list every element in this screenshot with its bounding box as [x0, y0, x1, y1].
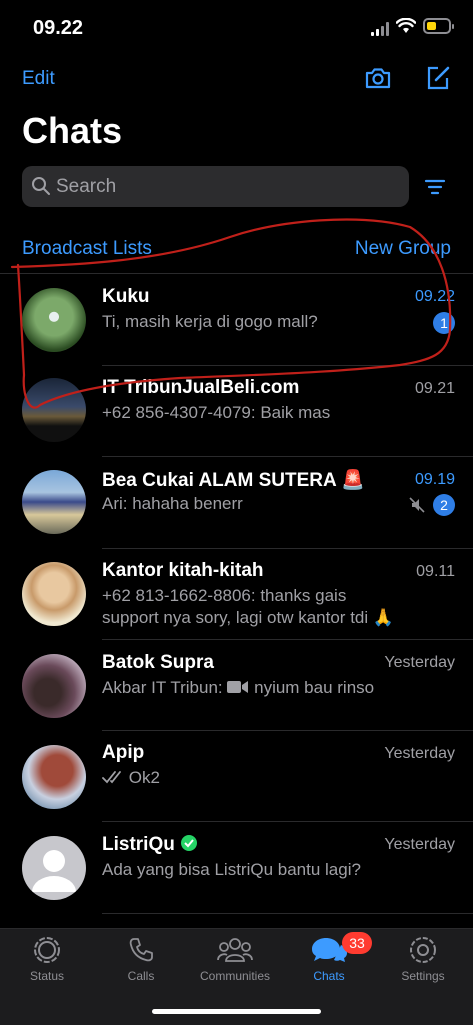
tab-status[interactable]: Status — [0, 929, 94, 999]
chat-name: Kantor kitah-kitah — [102, 560, 264, 581]
chat-name: Apip — [102, 742, 145, 763]
search-bar[interactable]: Search — [22, 166, 409, 207]
chat-name: Bea Cukai ALAM SUTERA 🚨 — [102, 470, 365, 491]
tab-label: Calls — [127, 969, 155, 983]
chat-preview: +62 813-1662-8806: thanks gais support n… — [102, 585, 452, 629]
siren-emoji: 🚨 — [341, 470, 365, 491]
status-icon — [34, 937, 60, 963]
tab-settings[interactable]: Settings — [376, 929, 470, 999]
chat-row-batok-supra[interactable]: Batok Supra Yesterday Akbar IT Tribun: n… — [0, 640, 473, 731]
chat-preview: Ari: hahaha benerr — [102, 494, 243, 513]
new-chat-icon[interactable] — [424, 64, 452, 92]
filter-icon[interactable] — [424, 178, 446, 196]
chat-row-apip[interactable]: Apip Yesterday Ok2 — [0, 731, 473, 822]
avatar — [22, 288, 86, 352]
avatar — [22, 654, 86, 718]
muted-icon — [409, 497, 425, 513]
chat-name: Kuku — [102, 286, 150, 307]
chat-row-kantor[interactable]: Kantor kitah-kitah 09.11 +62 813-1662-88… — [0, 549, 473, 640]
signal-icon — [371, 22, 389, 36]
chat-preview-line: support nya sory, lagi otw kantor tdi 🙏 — [102, 608, 395, 627]
default-avatar-icon — [32, 850, 76, 892]
chat-row-listriqu[interactable]: ListriQu Yesterday Ada yang bisa ListriQ… — [0, 822, 473, 913]
chat-time: 09.22 — [414, 288, 455, 305]
chat-name: IT TribunJualBeli.com — [102, 377, 300, 398]
verified-icon — [181, 835, 198, 851]
tab-label: Chats — [313, 969, 345, 983]
search-icon — [32, 177, 50, 195]
new-group-link[interactable]: New Group — [355, 238, 451, 260]
chat-preview: Ok2 — [102, 767, 432, 789]
unread-badge: 2 — [433, 494, 455, 516]
chat-preview: Ti, masih kerja di gogo mall? — [102, 312, 318, 331]
chat-name: Batok Supra — [102, 652, 214, 673]
edit-button[interactable]: Edit — [22, 68, 55, 90]
chats-tab-badge: 33 — [342, 932, 372, 954]
page-title: Chats — [22, 110, 123, 151]
avatar — [22, 470, 86, 534]
tab-calls[interactable]: Calls — [94, 929, 188, 999]
unread-badge: 1 — [433, 312, 455, 334]
communities-icon — [217, 938, 253, 962]
gear-icon — [410, 937, 436, 963]
broadcast-lists-link[interactable]: Broadcast Lists — [22, 238, 152, 260]
chat-preview: Akbar IT Tribun: nyium bau rinso — [102, 678, 375, 697]
chat-row-it-tribun[interactable]: IT TribunJualBeli.com 09.21 +62 856-4307… — [0, 366, 473, 457]
avatar — [22, 378, 86, 442]
phone-icon — [129, 938, 153, 962]
tab-label: Status — [29, 969, 65, 983]
status-time: 09.22 — [33, 17, 84, 39]
battery-icon — [423, 18, 454, 34]
home-indicator — [152, 1009, 321, 1014]
tab-label: Settings — [401, 969, 445, 983]
chat-time: Yesterday — [384, 836, 455, 853]
status-bar: 09.22 — [0, 0, 473, 56]
wifi-icon — [396, 18, 416, 33]
avatar — [22, 745, 86, 809]
search-input[interactable]: Search — [56, 176, 116, 198]
tab-communities[interactable]: Communities — [188, 929, 282, 999]
tab-label: Communities — [199, 969, 271, 983]
chat-row-bea-cukai[interactable]: Bea Cukai ALAM SUTERA 🚨 09.19 Ari: hahah… — [0, 457, 473, 548]
camera-icon[interactable] — [364, 64, 392, 92]
avatar — [22, 562, 86, 626]
chat-time: 09.19 — [414, 471, 455, 488]
chat-time: Yesterday — [384, 654, 455, 671]
divider — [102, 913, 473, 914]
avatar — [22, 836, 86, 900]
chat-preview-line: +62 813-1662-8806: thanks gais — [102, 586, 347, 605]
chat-time: 09.11 — [416, 563, 455, 580]
read-ticks-icon — [102, 771, 121, 784]
chat-row-kuku[interactable]: Kuku 09.22 Ti, masih kerja di gogo mall?… — [0, 274, 473, 365]
chat-preview: +62 856-4307-4079: Baik mas — [102, 403, 331, 422]
chat-time: Yesterday — [384, 745, 455, 762]
chat-preview: Ada yang bisa ListriQu bantu lagi? — [102, 860, 361, 879]
chat-name: ListriQu — [102, 834, 198, 856]
video-icon — [227, 681, 249, 693]
chat-time: 09.21 — [414, 380, 455, 397]
